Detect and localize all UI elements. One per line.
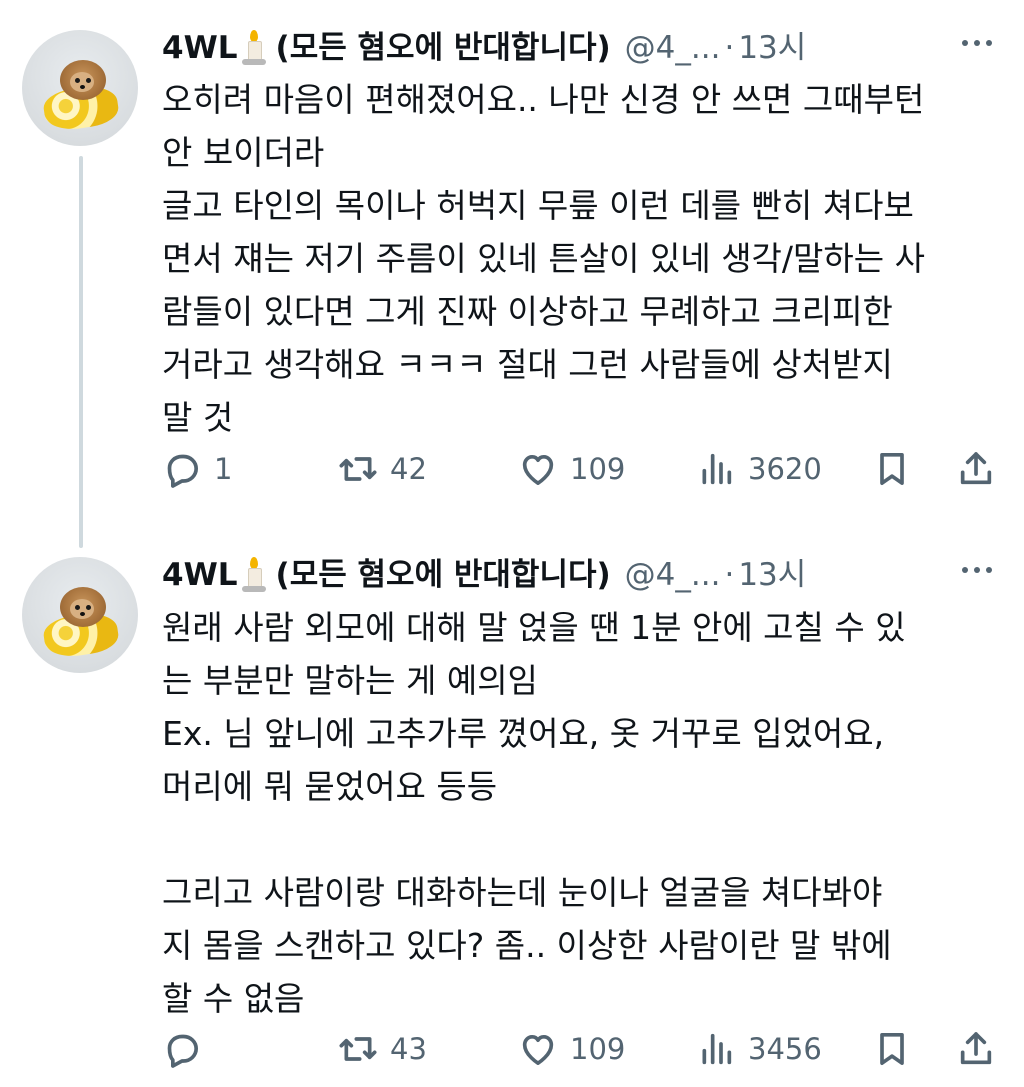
bookmark-icon <box>880 453 904 485</box>
candle-icon <box>241 557 266 593</box>
views-button[interactable]: 3456 <box>696 1024 822 1074</box>
like-button[interactable]: 109 <box>518 1024 625 1074</box>
timestamp[interactable]: 13시 <box>738 555 806 595</box>
action-bar: 1 42 109 3620 <box>160 444 1000 494</box>
reply-button[interactable] <box>162 1024 214 1074</box>
reply-icon <box>167 454 199 488</box>
user-handle[interactable]: @4_... <box>625 28 721 68</box>
tweet-header: 4WL (모든 혐오에 반대합니다) @4_... · 13시 <box>162 555 1004 595</box>
tweet[interactable]: 4WL (모든 혐오에 반대합니다) @4_... · 13시 오히려 마음이 … <box>0 0 1024 548</box>
bookmark-icon <box>880 1033 904 1065</box>
timestamp[interactable]: 13시 <box>738 28 806 68</box>
tweet[interactable]: 4WL (모든 혐오에 반대합니다) @4_... · 13시 원래 사람 외모… <box>0 545 1024 1087</box>
separator-dot: · <box>724 557 735 593</box>
reply-icon <box>167 1034 199 1068</box>
views-button[interactable]: 3620 <box>696 444 822 494</box>
tweet-text: 원래 사람 외모에 대해 말 얹을 땐 1분 안에 고칠 수 있 는 부분만 말… <box>162 608 906 1018</box>
share-icon <box>960 1032 992 1065</box>
heart-icon <box>522 455 554 485</box>
display-name-suffix[interactable]: (모든 혐오에 반대합니다) <box>276 28 611 68</box>
like-count: 109 <box>570 1032 626 1066</box>
retweet-button[interactable]: 42 <box>338 444 427 494</box>
like-count: 109 <box>570 452 626 486</box>
retweet-count: 43 <box>390 1032 427 1066</box>
heart-icon <box>522 1035 554 1065</box>
tweet-text: 오히려 마음이 편해졌어요.. 나만 신경 안 쓰면 그때부턴 안 보이더라 글… <box>162 80 925 437</box>
view-count: 3456 <box>748 1032 822 1066</box>
candle-icon <box>241 30 266 66</box>
reply-button[interactable]: 1 <box>162 444 232 494</box>
avatar[interactable] <box>22 557 138 673</box>
separator-dot: · <box>724 30 735 66</box>
display-name[interactable]: 4WL <box>162 28 238 68</box>
action-bar: 43 109 3456 <box>160 1024 1000 1074</box>
thread-line <box>79 156 83 548</box>
views-icon <box>702 453 732 485</box>
retweet-count: 42 <box>390 452 427 486</box>
views-icon <box>702 1033 732 1065</box>
share-button[interactable] <box>956 444 996 494</box>
retweet-icon <box>339 457 377 481</box>
more-icon[interactable] <box>962 40 992 46</box>
like-button[interactable]: 109 <box>518 444 625 494</box>
display-name[interactable]: 4WL <box>162 555 238 595</box>
retweet-button[interactable]: 43 <box>338 1024 427 1074</box>
retweet-icon <box>339 1037 377 1061</box>
tweet-header: 4WL (모든 혐오에 반대합니다) @4_... · 13시 <box>162 28 1004 68</box>
more-icon[interactable] <box>962 567 992 573</box>
share-icon <box>960 452 992 485</box>
user-handle[interactable]: @4_... <box>625 555 721 595</box>
share-button[interactable] <box>956 1024 996 1074</box>
bookmark-button[interactable] <box>872 444 912 494</box>
reply-count: 1 <box>214 452 233 486</box>
bookmark-button[interactable] <box>872 1024 912 1074</box>
view-count: 3620 <box>748 452 822 486</box>
display-name-suffix[interactable]: (모든 혐오에 반대합니다) <box>276 555 611 595</box>
avatar[interactable] <box>22 30 138 146</box>
